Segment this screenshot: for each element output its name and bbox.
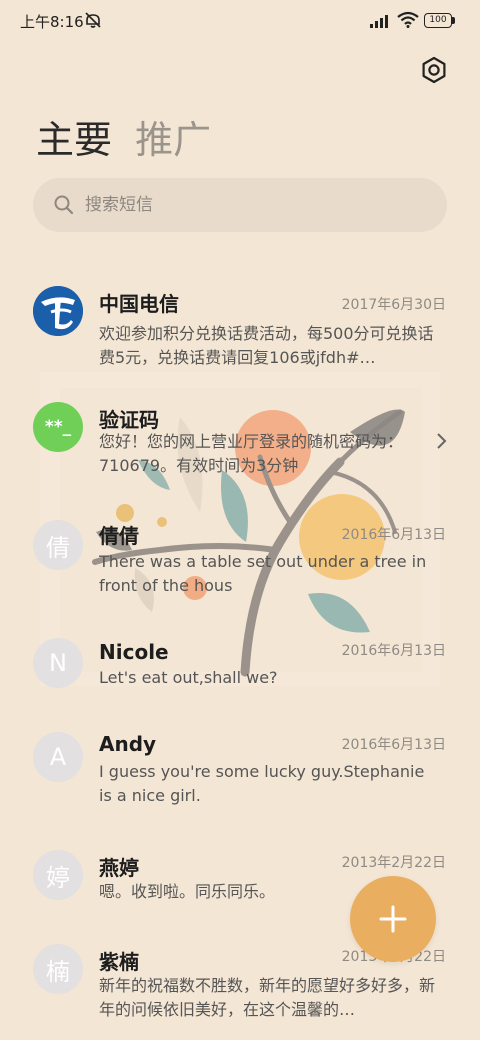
search-input[interactable] (85, 178, 425, 232)
battery-icon: 100 (424, 13, 456, 28)
messages-screen: 上午8:16 100 主要 推广 搜索短信 中国电信 2017年6月30日 欢迎… (0, 0, 480, 1040)
search-bar[interactable] (33, 178, 447, 232)
sender-name: 紫楠 (99, 950, 139, 974)
message-preview: 欢迎参加积分兑换话费活动，每500分可兑换话费5元，兑换话费请回复106或jfd… (99, 324, 434, 367)
search-icon (54, 195, 74, 215)
message-preview: Let's eat out,shall we? (99, 668, 278, 687)
message-date: 2013年2月22日 (341, 855, 446, 871)
avatar: 倩 (33, 520, 83, 570)
status-time: 上午8:16 (20, 13, 84, 31)
wifi-icon (397, 11, 419, 28)
chevron-right-icon (437, 433, 447, 449)
message-date: 2016年6月13日 (341, 737, 446, 753)
avatar: A (33, 732, 83, 782)
avatar: 婷 (33, 850, 83, 900)
sender-name: 中国电信 (99, 292, 179, 316)
sender-name: 倩倩 (99, 524, 139, 548)
plus-icon (379, 905, 407, 933)
message-item[interactable]: **_ 验证码 您好！您的网上营业厅登录的随机密码为：710679。有效时间为3… (0, 396, 480, 486)
message-item[interactable]: A Andy 2016年6月13日 I guess you're some lu… (0, 724, 480, 824)
message-item[interactable]: 中国电信 2017年6月30日 欢迎参加积分兑换话费活动，每500分可兑换话费5… (0, 278, 480, 382)
new-message-button[interactable] (350, 876, 436, 962)
status-bar: 上午8:16 100 (0, 0, 480, 42)
message-preview: 您好！您的网上营业厅登录的随机密码为：710679。有效时间为3分钟 (99, 432, 404, 475)
tab-promotions[interactable]: 推广 (135, 112, 211, 168)
tab-main[interactable]: 主要 (36, 112, 112, 168)
message-date: 2017年6月30日 (341, 297, 446, 313)
message-preview: 新年的祝福数不胜数，新年的愿望好多好多，新年的问候依旧美好，在这个温馨的… (99, 976, 436, 1019)
mute-icon (85, 12, 101, 28)
sender-name: 验证码 (99, 408, 159, 432)
avatar: 楠 (33, 944, 83, 994)
battery-level: 100 (424, 13, 452, 28)
gear-icon[interactable] (416, 52, 452, 88)
tab-bar: 主要 推广 (36, 112, 229, 168)
message-item[interactable]: 倩 倩倩 2016年6月13日 There was a table set ou… (0, 510, 480, 600)
signal-icon (370, 15, 388, 28)
sender-name: 燕婷 (99, 856, 139, 880)
message-item[interactable]: N Nicole 2016年6月13日 Let's eat out,shall … (0, 626, 480, 706)
sender-name: Andy (99, 732, 157, 756)
message-date: 2016年6月13日 (341, 527, 446, 543)
message-date: 2016年6月13日 (341, 643, 446, 659)
message-preview: I guess you're some lucky guy.Stephanie … (99, 762, 425, 805)
china-telecom-logo (33, 286, 83, 336)
avatar: N (33, 638, 83, 688)
verification-avatar: **_ (33, 402, 83, 452)
sender-name: Nicole (99, 640, 169, 664)
message-preview: There was a table set out under a tree i… (99, 552, 427, 595)
